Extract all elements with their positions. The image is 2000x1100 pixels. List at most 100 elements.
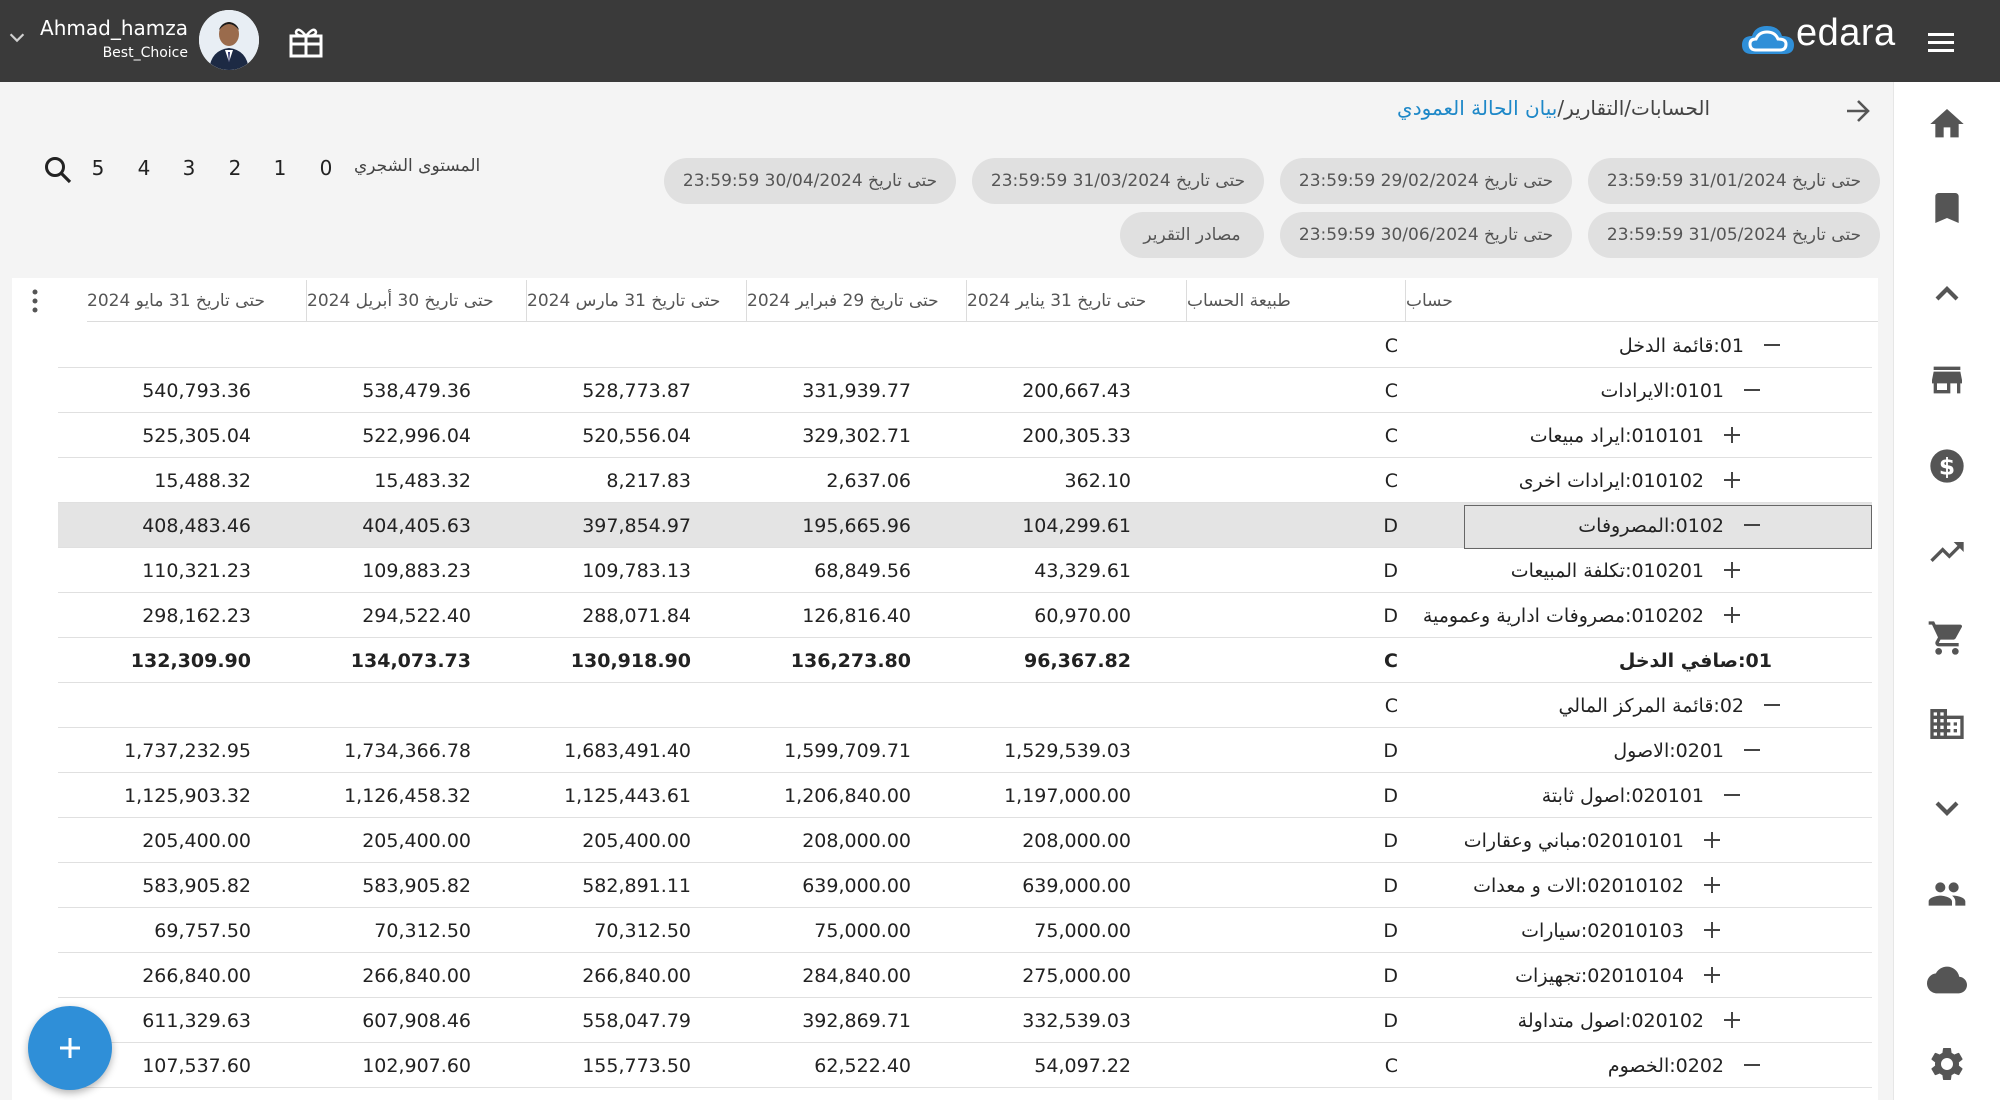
table-row-selected[interactable]: 0102:المصروفات D 104,299.61 195,665.96 3… (58, 503, 1872, 549)
gear-icon[interactable] (1927, 1044, 1967, 1084)
table-row[interactable]: 010101:ايراد مبيعات C 200,305.33 329,302… (58, 413, 1872, 458)
building-icon[interactable] (1927, 704, 1967, 744)
value-apr: 70,312.50 (374, 919, 471, 942)
value-apr: 522,996.04 (362, 424, 471, 447)
people-icon[interactable] (1927, 874, 1967, 914)
col-header-nature[interactable]: طبيعة الحساب (1187, 280, 1406, 322)
table-row[interactable]: 02010103:سيارات D 75,000.00 75,000.00 70… (58, 908, 1872, 953)
period-filter-jan[interactable]: حتى تاريخ 31/01/2024 23:59:59 (1588, 158, 1880, 204)
value-jan: 104,299.61 (1022, 514, 1131, 537)
value-mar: 205,400.00 (582, 829, 691, 852)
value-jan: 200,667.43 (1022, 379, 1131, 402)
account-nature: C (1384, 424, 1398, 447)
chevron-down-icon[interactable] (6, 26, 28, 48)
value-apr: 109,883.23 (362, 559, 471, 582)
collapse-icon[interactable] (1741, 739, 1763, 761)
collapse-icon[interactable] (1741, 514, 1763, 536)
table-row[interactable]: 02010101:مباني وعقارات D 208,000.00 208,… (58, 818, 1872, 863)
value-apr: 205,400.00 (362, 829, 471, 852)
report-sources-button[interactable]: مصادر التقرير (1120, 212, 1264, 258)
collapse-icon[interactable] (1761, 334, 1783, 356)
home-icon[interactable] (1927, 104, 1967, 144)
chevron-down-icon[interactable] (1927, 788, 1967, 828)
col-header-may[interactable]: حتى تاريخ 31 مايو 2024 (87, 280, 307, 322)
table-row[interactable]: 010102:ايرادات اخرى C 362.10 2,637.06 8,… (58, 458, 1872, 503)
account-nature: C (1384, 1054, 1398, 1077)
add-button[interactable] (28, 1006, 112, 1090)
table-row[interactable]: 02010104:تجهيزات D 275,000.00 284,840.00… (58, 953, 1872, 998)
expand-icon[interactable] (1721, 559, 1743, 581)
value-may: 205,400.00 (142, 829, 251, 852)
table-row[interactable]: 020101:اصول ثابتة D 1,197,000.00 1,206,8… (58, 773, 1872, 818)
expand-icon[interactable] (1701, 874, 1723, 896)
plus-icon (60, 1038, 80, 1058)
search-icon[interactable] (43, 155, 73, 185)
bookmark-icon[interactable] (1927, 188, 1967, 228)
period-filter-mar[interactable]: حتى تاريخ 31/03/2024 23:59:59 (972, 158, 1264, 204)
table-row[interactable]: 0202:الخصوم C 54,097.22 62,522.40 155,77… (58, 1043, 1872, 1088)
value-mar: 70,312.50 (594, 919, 691, 942)
period-filter-apr[interactable]: حتى تاريخ 30/04/2024 23:59:59 (664, 158, 956, 204)
table-row[interactable]: 010202:مصروفات ادارية وعمومية D 60,970.0… (58, 593, 1872, 638)
account-name: 0202:الخصوم (1607, 1054, 1724, 1077)
level-0[interactable]: 0 (316, 156, 336, 180)
account-nature: D (1383, 784, 1398, 807)
level-3[interactable]: 3 (179, 156, 199, 180)
col-header-mar[interactable]: حتى تاريخ 31 مارس 2024 (527, 280, 747, 322)
hamburger-menu-icon[interactable] (1926, 28, 1956, 56)
expand-icon[interactable] (1701, 919, 1723, 941)
value-apr: 404,405.63 (362, 514, 471, 537)
col-header-apr[interactable]: حتى تاريخ 30 أبريل 2024 (307, 280, 527, 322)
level-2[interactable]: 2 (225, 156, 245, 180)
col-header-feb[interactable]: حتى تاريخ 29 فبراير 2024 (747, 280, 967, 322)
gift-icon[interactable] (288, 24, 324, 58)
table-row[interactable]: 02:قائمة المركز المالي C (58, 683, 1872, 728)
table-row[interactable]: 020102:اصول متداولة D 332,539.03 392,869… (58, 998, 1872, 1043)
account-name: 02010104:تجهيزات (1515, 964, 1684, 987)
expand-icon[interactable] (1701, 829, 1723, 851)
breadcrumb: الحسابات/التقارير/بيان الحالة العمودي (1397, 96, 1710, 120)
breadcrumb-accounts[interactable]: الحسابات (1631, 96, 1710, 120)
expand-icon[interactable] (1721, 424, 1743, 446)
level-5[interactable]: 5 (88, 156, 108, 180)
table-row[interactable]: 01:قائمة الدخل C (58, 323, 1872, 368)
cart-icon[interactable] (1927, 618, 1967, 658)
value-mar: 397,854.97 (582, 514, 691, 537)
period-filter-jun[interactable]: حتى تاريخ 30/06/2024 23:59:59 (1280, 212, 1572, 258)
table-row[interactable]: 010201:تكلفة المبيعات D 43,329.61 68,849… (58, 548, 1872, 593)
chevron-up-icon[interactable] (1927, 274, 1967, 314)
value-feb: 208,000.00 (802, 829, 911, 852)
collapse-icon[interactable] (1741, 1054, 1763, 1076)
col-header-jan[interactable]: حتى تاريخ 31 يناير 2024 (967, 280, 1187, 322)
collapse-icon[interactable] (1741, 379, 1763, 401)
user-info[interactable]: Ahmad_hamza Best_Choice (38, 16, 188, 61)
breadcrumb-reports[interactable]: /التقارير/ (1557, 96, 1631, 120)
table-row[interactable]: 02010102:الات و معدات D 639,000.00 639,0… (58, 863, 1872, 908)
expand-icon[interactable] (1721, 1009, 1743, 1031)
collapse-icon[interactable] (1721, 784, 1743, 806)
dollar-icon[interactable]: $ (1927, 446, 1967, 486)
account-nature: C (1384, 649, 1398, 672)
arrow-right-icon[interactable] (1843, 98, 1873, 124)
level-4[interactable]: 4 (134, 156, 154, 180)
level-1[interactable]: 1 (270, 156, 290, 180)
expand-icon[interactable] (1721, 604, 1743, 626)
period-filter-may[interactable]: حتى تاريخ 31/05/2024 23:59:59 (1588, 212, 1880, 258)
store-icon[interactable] (1927, 360, 1967, 400)
expand-icon[interactable] (1721, 469, 1743, 491)
value-feb: 68,849.56 (814, 559, 911, 582)
value-apr: 266,840.00 (362, 964, 471, 987)
table-row[interactable]: 0201:الاصول D 1,529,539.03 1,599,709.71 … (58, 728, 1872, 773)
col-header-account[interactable]: حساب (1406, 280, 1878, 322)
more-vert-icon[interactable] (30, 288, 40, 314)
collapse-icon[interactable] (1761, 694, 1783, 716)
value-jan: 1,529,539.03 (1004, 739, 1131, 762)
expand-icon[interactable] (1701, 964, 1723, 986)
table-row[interactable]: 0101:الايرادات C 200,667.43 331,939.77 5… (58, 368, 1872, 413)
avatar[interactable] (199, 10, 259, 70)
period-filter-feb[interactable]: حتى تاريخ 29/02/2024 23:59:59 (1280, 158, 1572, 204)
table-row-total[interactable]: 01:صافي الدخل C 96,367.82 136,273.80 130… (58, 638, 1872, 683)
cloud-icon[interactable] (1927, 960, 1967, 1000)
value-jan: 75,000.00 (1034, 919, 1131, 942)
trending-up-icon[interactable] (1927, 532, 1967, 572)
